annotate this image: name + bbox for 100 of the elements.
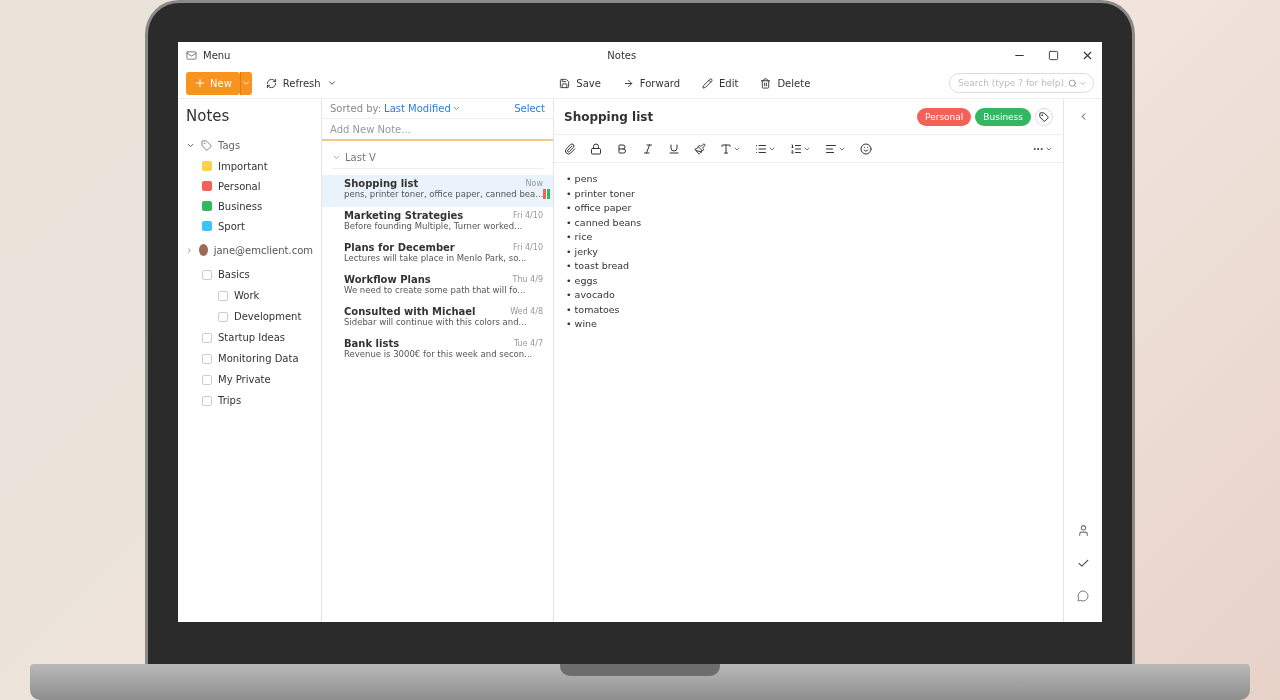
- note-preview: pens, printer toner, office paper, canned bea...: [344, 189, 544, 199]
- account-item[interactable]: jane@emclient.com: [186, 236, 313, 264]
- contact-icon[interactable]: [1076, 524, 1090, 537]
- mail-icon[interactable]: [186, 49, 197, 61]
- list-item-text: • canned beans: [566, 216, 643, 229]
- tag-icon: [1039, 111, 1049, 122]
- edit-button[interactable]: Edit: [698, 75, 743, 91]
- bold-button[interactable]: [616, 142, 628, 155]
- caret-icon: [241, 78, 252, 88]
- paintbrush-icon: [694, 142, 706, 155]
- note-date: Fri 4/10: [512, 243, 543, 252]
- refresh-icon: [265, 77, 277, 89]
- group-header[interactable]: Last V: [332, 147, 543, 169]
- note-item[interactable]: Bank lists Tue 4/7 Revenue is 3000€ for this week and secon...: [322, 335, 553, 367]
- numbered-list-button[interactable]: [790, 142, 811, 155]
- pencil-icon: [702, 77, 714, 89]
- folder-item[interactable]: Development: [186, 306, 313, 327]
- search-icon: [1068, 77, 1078, 89]
- italic-icon: [642, 142, 654, 155]
- list-item-text: • rice: [566, 231, 594, 244]
- chat-icon[interactable]: [1077, 590, 1089, 602]
- folder-item[interactable]: Work: [186, 285, 313, 306]
- folder-item[interactable]: Startup Ideas: [186, 327, 313, 348]
- lock-button[interactable]: [590, 142, 602, 155]
- note-title: Shopping list: [344, 178, 419, 189]
- note-item[interactable]: Workflow Plans Thu 4/9 We need to create some path that will fo...: [322, 271, 553, 303]
- note-preview: Revenue is 3000€ for this week and secon...: [344, 349, 533, 359]
- bullet-list-icon: [755, 142, 767, 155]
- note-item[interactable]: Consulted with Michael Wed 4/8 Sidebar will continue with this colors and...: [322, 303, 553, 335]
- underline-icon: [668, 142, 680, 155]
- sort-label: Sorted by:: [330, 103, 382, 114]
- forward-button[interactable]: Forward: [618, 75, 685, 91]
- list-item-text: • toast bread: [566, 260, 631, 273]
- align-button[interactable]: [825, 142, 846, 155]
- checkbox[interactable]: [202, 374, 212, 385]
- caret-icon: [326, 78, 337, 88]
- note-preview: Before founding Multiple, Turner worked...: [344, 221, 523, 231]
- numbered-list-icon: [790, 142, 802, 155]
- folder-item[interactable]: Trips: [186, 390, 313, 411]
- tag-item[interactable]: Business: [186, 196, 313, 216]
- chevron-down-icon: [332, 153, 341, 162]
- sort-dropdown[interactable]: Last Modified: [384, 103, 461, 114]
- note-title: Consulted with Michael: [344, 306, 476, 317]
- avatar-circle: [198, 244, 208, 256]
- folder-item[interactable]: Monitoring Data: [186, 348, 313, 369]
- tag-item[interactable]: Sport: [186, 216, 313, 236]
- list-item-text: • printer toner: [566, 187, 637, 200]
- checkbox[interactable]: [202, 269, 212, 280]
- window-title: Notes: [607, 49, 637, 61]
- paperclip-icon: [564, 142, 576, 155]
- note-preview: Sidebar will continue with this colors and...: [344, 317, 527, 327]
- note-item[interactable]: Marketing Strategies Fri 4/10 Before founding Multiple, Turner worked...: [322, 207, 553, 239]
- folder-item[interactable]: My Private: [186, 369, 313, 390]
- underline-button[interactable]: [668, 142, 680, 155]
- add-tag-button[interactable]: [1035, 107, 1053, 126]
- note-heading: Shopping list: [564, 109, 654, 124]
- paperclip-button[interactable]: [564, 142, 576, 155]
- tag-item[interactable]: Personal: [186, 176, 313, 196]
- list-item-text: • office paper: [566, 202, 633, 215]
- checkbox[interactable]: [218, 311, 228, 322]
- list-item-text: • avocado: [566, 289, 616, 302]
- emoji-button[interactable]: [860, 142, 872, 155]
- refresh-button[interactable]: Refresh: [261, 75, 341, 91]
- bold-icon: [616, 142, 628, 155]
- check-icon[interactable]: [1076, 557, 1090, 570]
- align-icon: [825, 142, 837, 155]
- chevron-right-icon: [186, 245, 193, 255]
- note-title: Plans for December: [344, 242, 455, 253]
- note-preview: Lectures will take place in Menlo Park, so...: [344, 253, 527, 263]
- font-color-icon: [720, 142, 732, 155]
- checkbox[interactable]: [202, 332, 212, 343]
- list-item-text: • jerky: [566, 245, 599, 258]
- paintbrush-button[interactable]: [694, 142, 706, 155]
- tags-header[interactable]: Tags: [186, 135, 313, 156]
- trash-icon: [760, 77, 772, 89]
- sidebar-title: Notes: [186, 107, 231, 125]
- checkbox[interactable]: [202, 353, 212, 364]
- note-item[interactable]: Plans for December Fri 4/10 Lectures will take place in Menlo Park, so...: [322, 239, 553, 271]
- checkbox[interactable]: [202, 395, 212, 406]
- note-title: Marketing Strategies: [344, 210, 464, 221]
- save-button[interactable]: Save: [555, 75, 605, 91]
- caret-icon: [451, 104, 461, 113]
- delete-button[interactable]: Delete: [756, 75, 815, 91]
- tag-item[interactable]: Important: [186, 156, 313, 176]
- bullet-list-button[interactable]: [755, 142, 776, 155]
- note-date: Wed 4/8: [510, 307, 543, 316]
- checkbox[interactable]: [218, 290, 228, 301]
- lock-icon: [590, 142, 602, 155]
- list-item-text: • pens: [566, 173, 599, 186]
- font-color-button[interactable]: [720, 142, 741, 155]
- note-date: Thu 4/9: [512, 275, 543, 284]
- maximize-icon[interactable]: [1048, 49, 1059, 61]
- note-item[interactable]: Shopping list Now pens, printer toner, office paper, canned bea...: [322, 175, 553, 207]
- menu-label[interactable]: Menu: [203, 49, 231, 61]
- emoji-icon: [860, 142, 872, 155]
- arrow-right-icon: [622, 77, 634, 89]
- folder-item[interactable]: Basics: [186, 264, 313, 285]
- list-item-text: • eggs: [566, 274, 599, 287]
- select-link[interactable]: Select: [514, 103, 545, 114]
- italic-button[interactable]: [642, 142, 654, 155]
